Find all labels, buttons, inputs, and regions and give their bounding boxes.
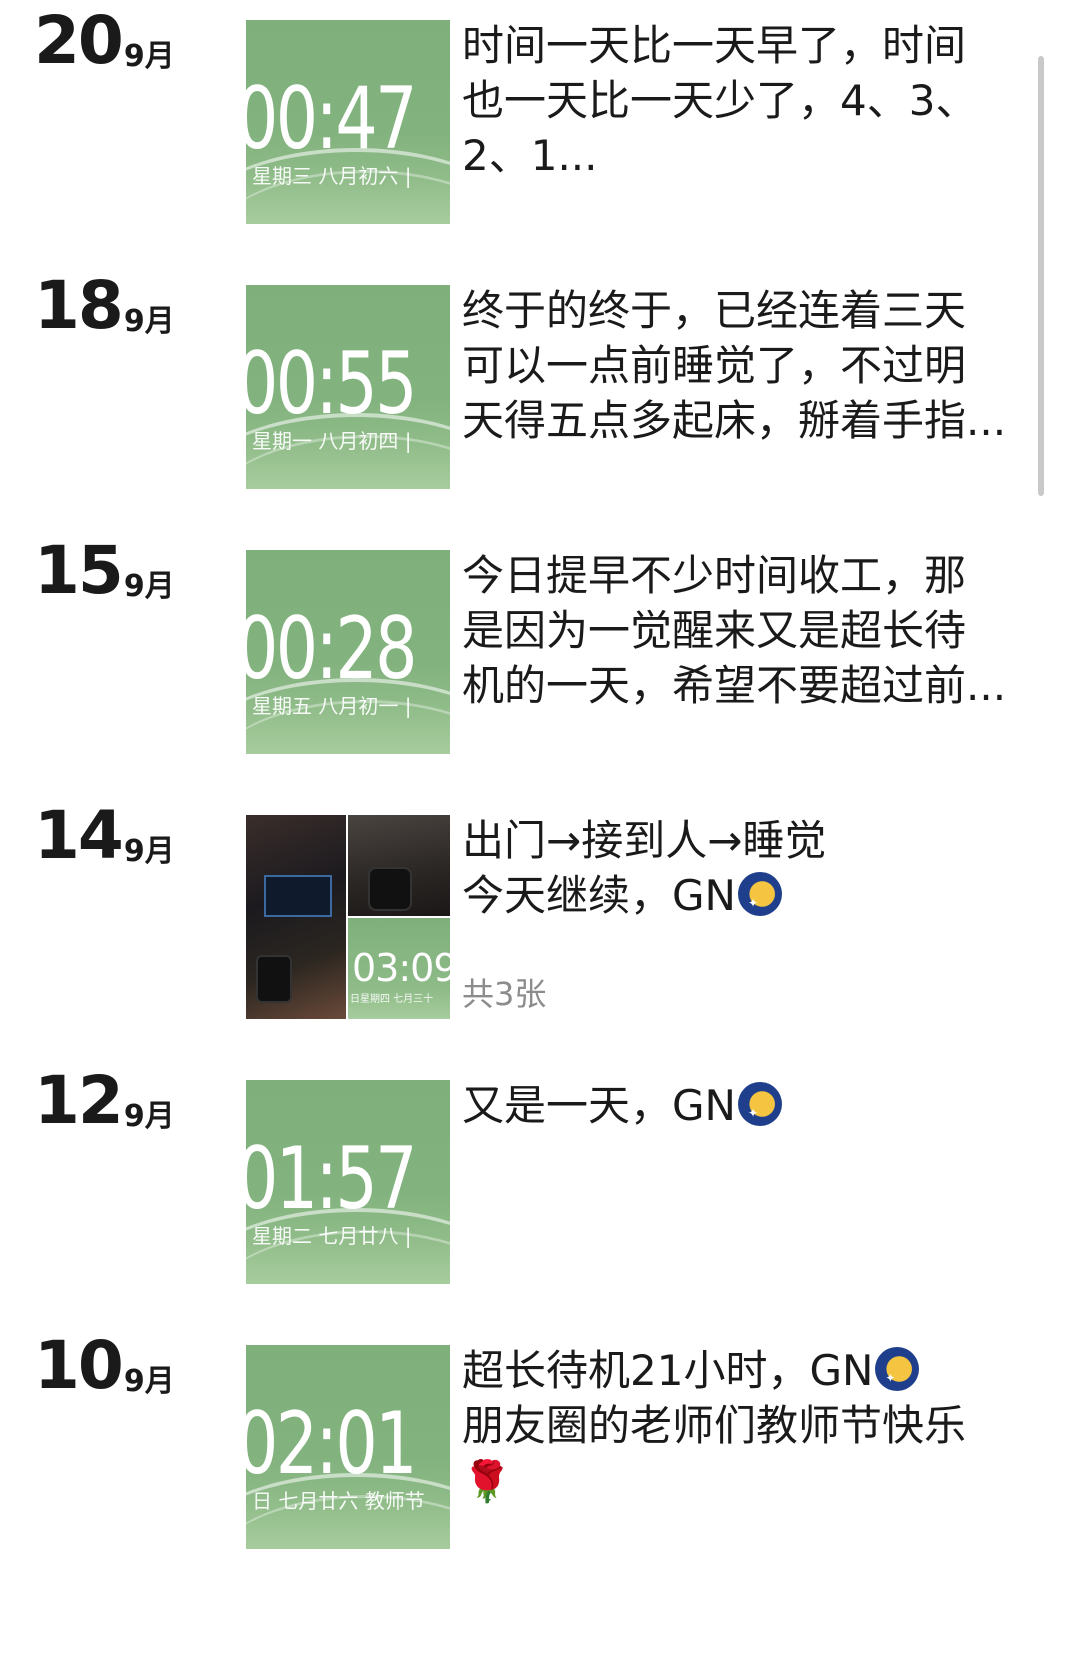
photo-clock[interactable]: 03:09 日星期四 七月三十 <box>348 918 450 1019</box>
sleepy-moon-icon <box>737 1082 782 1133</box>
post-month: 9月 <box>123 834 175 869</box>
caption-line: 机的一天，希望不要超过前... <box>462 661 1007 710</box>
photo-car-dashboard[interactable] <box>246 815 346 1019</box>
thumb-date-text: 星期二 七月廿八 | <box>252 1224 412 1248</box>
post-month: 9月 <box>123 1364 175 1399</box>
caption-line: 又是一天，GN <box>462 1078 1032 1133</box>
post-item: 18 9月 00:55 星期一 八月初四 | 终于的终于，已经连着三天 可以一点… <box>0 265 1080 489</box>
thumb-date-text: 日 七月廿六 教师节 <box>252 1489 425 1513</box>
post-date: 15 9月 <box>34 538 175 604</box>
post-day: 12 <box>34 1062 124 1139</box>
caption-line: 可以一点前睡觉了，不过明 <box>462 341 967 390</box>
caption-line: 超长待机21小时，GN <box>462 1343 1032 1398</box>
thumb-clock-text: 00:55 <box>246 334 417 434</box>
moments-feed: 20 9月 00:47 星期三 八月初六 | 时间一天比一天早了，时间 也一天比… <box>0 0 1080 1673</box>
post-caption[interactable]: 时间一天比一天早了，时间 也一天比一天少了，4、3、 2、1... <box>462 18 1032 183</box>
caption-line: 出门→接到人→睡觉 <box>462 816 827 865</box>
post-thumbnail[interactable]: 00:28 星期五 八月初一 | <box>246 550 450 754</box>
thumb-date-text: 星期三 八月初六 | <box>252 164 412 188</box>
smartwatch <box>256 955 292 1003</box>
post-day: 18 <box>34 267 124 344</box>
post-item: 14 9月 03:09 日星期四 七月三十 出门→接到人→睡觉 今天继续，GN … <box>0 795 1080 1019</box>
thumb-clock-text: 00:28 <box>246 599 417 699</box>
sleepy-moon-icon <box>875 1347 920 1398</box>
post-caption[interactable]: 今日提早不少时间收工，那 是因为一觉醒来又是超长待 机的一天，希望不要超过前..… <box>462 548 1032 713</box>
thumb-clock-text: 02:01 <box>246 1394 417 1494</box>
post-month: 9月 <box>123 39 175 74</box>
post-caption[interactable]: 超长待机21小时，GN 朋友圈的老师们教师节快乐 🌹 <box>462 1343 1032 1510</box>
thumb-clock-text: 00:47 <box>246 69 417 169</box>
caption-line: 2、1... <box>462 131 598 180</box>
post-item: 15 9月 00:28 星期五 八月初一 | 今日提早不少时间收工，那 是因为一… <box>0 530 1080 754</box>
caption-line: 今天继续，GN <box>462 868 1032 923</box>
rose-icon: 🌹 <box>462 1459 512 1505</box>
post-month: 9月 <box>123 569 175 604</box>
post-caption[interactable]: 又是一天，GN <box>462 1078 1032 1133</box>
smartwatch <box>368 867 412 911</box>
caption-line: 终于的终于，已经连着三天 <box>462 286 967 335</box>
post-date: 12 9月 <box>34 1068 175 1134</box>
caption-line: 今日提早不少时间收工，那 <box>462 551 967 600</box>
post-item: 10 9月 02:01 日 七月廿六 教师节 超长待机21小时，GN 朋友圈的老… <box>0 1325 1080 1549</box>
thumb-clock-text: 03:09 <box>352 946 450 990</box>
caption-line: 是因为一觉醒来又是超长待 <box>462 606 967 655</box>
caption-text: 超长待机21小时，GN <box>462 1346 874 1395</box>
post-caption[interactable]: 出门→接到人→睡觉 今天继续，GN <box>462 813 1032 923</box>
thumb-date-text: 日星期四 七月三十 <box>350 994 434 1005</box>
post-caption[interactable]: 终于的终于，已经连着三天 可以一点前睡觉了，不过明 天得五点多起床，掰着手指..… <box>462 283 1032 448</box>
thumb-date-text: 星期一 八月初四 | <box>252 429 412 453</box>
caption-line: 🌹 <box>462 1453 1032 1510</box>
post-date: 10 9月 <box>34 1333 175 1399</box>
post-thumbnail[interactable]: 01:57 星期二 七月廿八 | <box>246 1080 450 1284</box>
post-day: 10 <box>34 1327 124 1404</box>
post-thumbnail[interactable]: 02:01 日 七月廿六 教师节 <box>246 1345 450 1549</box>
post-thumbnail[interactable]: 00:55 星期一 八月初四 | <box>246 285 450 489</box>
post-item: 20 9月 00:47 星期三 八月初六 | 时间一天比一天早了，时间 也一天比… <box>0 0 1080 224</box>
post-date: 18 9月 <box>34 273 175 339</box>
caption-line: 时间一天比一天早了，时间 <box>462 21 967 70</box>
thumb-clock-text: 01:57 <box>246 1129 417 1229</box>
dashboard-screen <box>264 875 332 917</box>
caption-line: 也一天比一天少了，4、3、 <box>462 76 978 125</box>
caption-text: 今天继续，GN <box>462 871 736 920</box>
photo-night-car[interactable] <box>348 815 450 916</box>
post-month: 9月 <box>123 304 175 339</box>
sleepy-moon-icon <box>737 872 782 923</box>
caption-line: 天得五点多起床，掰着手指... <box>462 396 1007 445</box>
post-date: 20 9月 <box>34 8 175 74</box>
post-day: 14 <box>34 797 124 874</box>
post-month: 9月 <box>123 1099 175 1134</box>
post-date: 14 9月 <box>34 803 175 869</box>
photo-count: 共3张 <box>462 975 547 1013</box>
post-item: 12 9月 01:57 星期二 七月廿八 | 又是一天，GN <box>0 1060 1080 1284</box>
caption-text: 又是一天，GN <box>462 1081 736 1130</box>
photo-grid[interactable]: 03:09 日星期四 七月三十 <box>246 815 450 1019</box>
caption-line: 朋友圈的老师们教师节快乐 <box>462 1401 967 1450</box>
post-day: 20 <box>34 2 124 79</box>
scrollbar[interactable] <box>1038 56 1044 496</box>
post-thumbnail[interactable]: 00:47 星期三 八月初六 | <box>246 20 450 224</box>
thumb-date-text: 星期五 八月初一 | <box>252 694 412 718</box>
post-day: 15 <box>34 532 124 609</box>
